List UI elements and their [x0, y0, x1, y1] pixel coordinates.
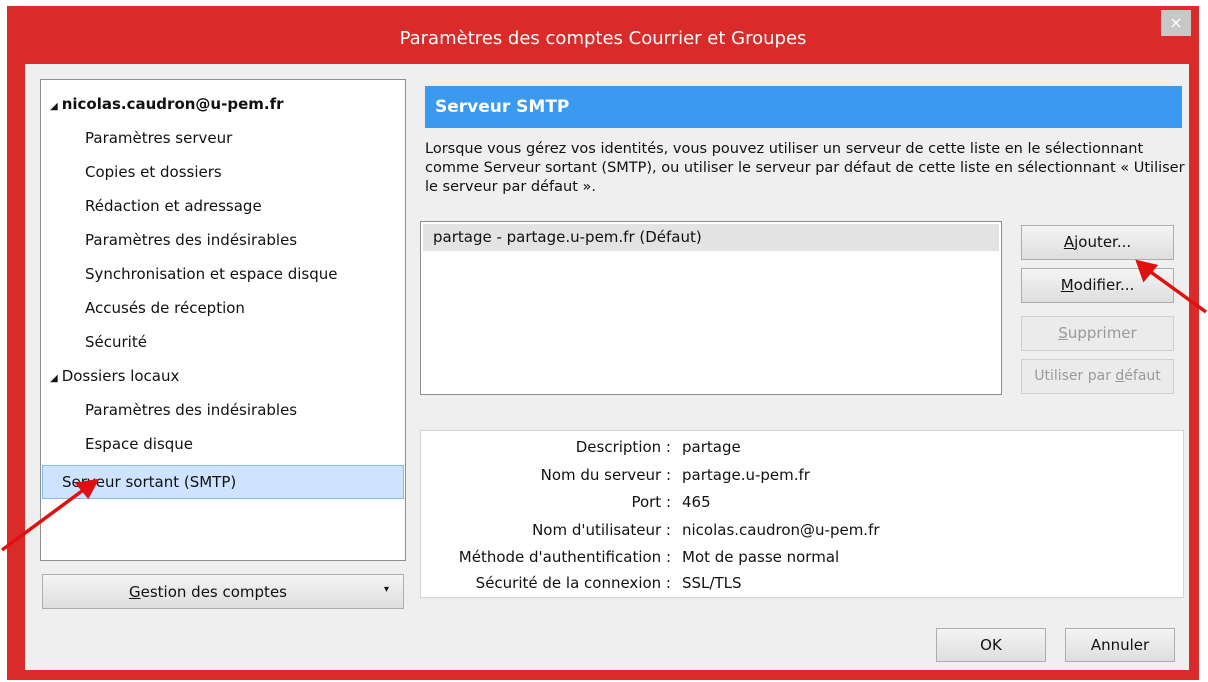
- dialog-client-area: ◢ nicolas.caudron@u-pem.fr Paramètres ser…: [25, 64, 1189, 670]
- collapse-triangle-icon[interactable]: ◢: [50, 101, 58, 112]
- add-button[interactable]: Ajouter...: [1021, 225, 1174, 260]
- tree-item-security[interactable]: Sécurité: [44, 327, 402, 357]
- cancel-button[interactable]: Annuler: [1065, 628, 1175, 662]
- detail-label: Sécurité de la connexion :: [475, 574, 671, 592]
- tree-item-local-junk[interactable]: Paramètres des indésirables: [44, 395, 402, 425]
- server-list-item[interactable]: partage - partage.u-pem.fr (Défaut): [423, 224, 999, 251]
- label-post: éfaut: [1124, 368, 1161, 384]
- detail-row: Description : partage: [421, 433, 1183, 461]
- detail-row: Sécurité de la connexion : SSL/TLS: [421, 569, 1183, 597]
- tree-item-smtp[interactable]: Serveur sortant (SMTP): [42, 465, 404, 499]
- account-actions-label: Gestion des comptes: [43, 583, 373, 601]
- delete-button[interactable]: Supprimer: [1021, 316, 1174, 351]
- detail-label: Méthode d'authentification :: [458, 548, 671, 566]
- label-pre: Utiliser par: [1034, 368, 1116, 384]
- detail-value: partage: [682, 438, 741, 456]
- account-actions-button[interactable]: Gestion des comptes ▾: [42, 574, 404, 609]
- tree-item-disk-space[interactable]: Espace disque: [44, 429, 402, 459]
- detail-label: Nom du serveur :: [540, 466, 671, 484]
- panel-header: Serveur SMTP: [425, 86, 1182, 128]
- detail-row: Port : 465: [421, 488, 1183, 516]
- label-rest: estion des comptes: [140, 583, 287, 601]
- dropdown-arrow-icon: ▾: [383, 584, 389, 595]
- tree-item-label: Dossiers locaux: [61, 367, 180, 385]
- collapse-triangle-icon[interactable]: ◢: [50, 373, 58, 384]
- accesskey: A: [1063, 233, 1075, 251]
- modify-button[interactable]: Modifier...: [1021, 268, 1174, 303]
- detail-value: 465: [682, 493, 711, 511]
- panel-description: Lorsque vous gérez vos identités, vous p…: [425, 141, 1185, 195]
- tree-item-local-folders[interactable]: ◢ Dossiers locaux: [44, 361, 402, 391]
- tree-item-junk-settings[interactable]: Paramètres des indésirables: [44, 225, 402, 255]
- detail-label: Description :: [575, 438, 671, 456]
- smtp-server-list[interactable]: partage - partage.u-pem.fr (Défaut): [420, 221, 1002, 395]
- dialog-window: Paramètres des comptes Courrier et Group…: [7, 6, 1199, 680]
- tree-item-composition[interactable]: Rédaction et adressage: [44, 191, 402, 221]
- detail-label: Port :: [631, 493, 671, 511]
- set-default-button[interactable]: Utiliser par défaut: [1021, 359, 1174, 394]
- accesskey: M: [1060, 276, 1074, 294]
- detail-row: Nom d'utilisateur : nicolas.caudron@u-pem…: [421, 516, 1183, 544]
- window-title: Paramètres des comptes Courrier et Group…: [399, 28, 807, 49]
- detail-value: partage.u-pem.fr: [682, 466, 810, 484]
- label-post: odifier...: [1073, 276, 1135, 294]
- label-post: upprimer: [1067, 324, 1137, 342]
- close-button[interactable]: ×: [1161, 10, 1191, 36]
- tree-item-server-settings[interactable]: Paramètres serveur: [44, 123, 402, 153]
- tree-item-label: nicolas.caudron@u-pem.fr: [61, 95, 284, 113]
- accesskey: G: [129, 583, 141, 601]
- close-icon: ×: [1169, 13, 1183, 32]
- detail-row: Nom du serveur : partage.u-pem.fr: [421, 461, 1183, 489]
- ok-button[interactable]: OK: [936, 628, 1046, 662]
- title-bar[interactable]: Paramètres des comptes Courrier et Group…: [7, 6, 1199, 64]
- tree-item-receipts[interactable]: Accusés de réception: [44, 293, 402, 323]
- label-post: jouter...: [1074, 233, 1132, 251]
- detail-value: nicolas.caudron@u-pem.fr: [682, 521, 880, 539]
- account-tree: ◢ nicolas.caudron@u-pem.fr Paramètres ser…: [40, 79, 406, 561]
- accesskey: d: [1115, 368, 1125, 384]
- tree-item-sync-disk[interactable]: Synchronisation et espace disque: [44, 259, 402, 289]
- server-details: Description : partage Nom du serveur : par…: [420, 430, 1184, 598]
- detail-value: Mot de passe normal: [682, 548, 840, 566]
- detail-label: Nom d'utilisateur :: [532, 521, 671, 539]
- tree-item-account[interactable]: ◢ nicolas.caudron@u-pem.fr: [44, 89, 402, 119]
- tree-item-copies-folders[interactable]: Copies et dossiers: [44, 157, 402, 187]
- detail-row: Méthode d'authentification : Mot de passe…: [421, 543, 1183, 571]
- detail-value: SSL/TLS: [682, 574, 742, 592]
- accesskey: S: [1058, 324, 1068, 342]
